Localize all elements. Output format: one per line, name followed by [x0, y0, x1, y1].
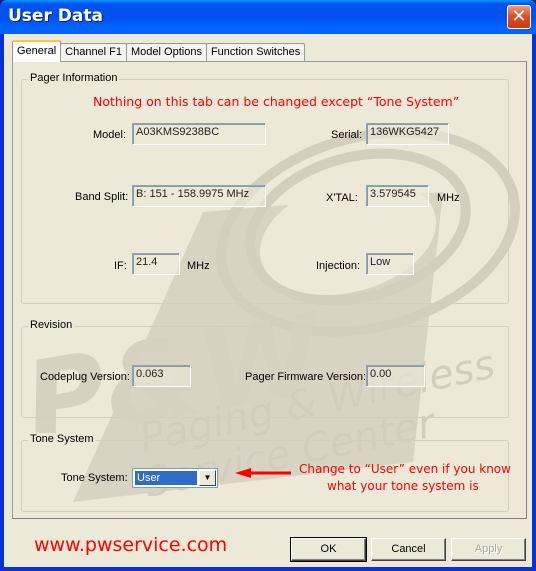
tab-model-options[interactable]: Model Options	[126, 43, 207, 62]
serial-field[interactable]: 136WKG5427	[366, 123, 449, 145]
tone-system-annotation-line2: what your tone system is	[327, 479, 479, 493]
codeplug-version-field[interactable]: 0.063	[132, 365, 191, 387]
band-split-field[interactable]: B: 151 - 158.9975 MHz	[132, 185, 266, 207]
firmware-version-field[interactable]: 0.00	[366, 365, 425, 387]
if-unit: MHz	[187, 260, 210, 272]
close-button[interactable]: ✕	[507, 5, 531, 29]
if-field[interactable]: 21.4	[132, 253, 180, 275]
read-only-notice: Nothing on this tab can be changed excep…	[93, 94, 460, 109]
model-field[interactable]: A03KMS9238BC	[132, 123, 266, 145]
band-split-label: Band Split:	[75, 191, 129, 203]
tone-system-label: Tone System:	[61, 472, 128, 484]
codeplug-version-label: Codeplug Version:	[40, 371, 130, 383]
if-label: IF:	[114, 260, 127, 272]
tone-system-dropdown[interactable]: User ▼	[132, 468, 218, 488]
website-link[interactable]: www.pwservice.com	[34, 534, 227, 556]
tab-function-switches[interactable]: Function Switches	[205, 43, 306, 62]
tone-system-selected-value: User	[135, 471, 197, 485]
user-data-window: User Data ✕ General Channel F1 Model Opt…	[0, 0, 536, 571]
firmware-version-label: Pager Firmware Version:	[245, 371, 367, 383]
model-label: Model:	[93, 129, 127, 141]
tab-channel-f1[interactable]: Channel F1	[60, 43, 128, 62]
tone-system-group-label: Tone System	[28, 433, 96, 445]
window-title: User Data	[8, 6, 103, 26]
dropdown-arrow-button[interactable]: ▼	[199, 470, 216, 486]
xtal-label: X'TAL:	[326, 192, 358, 204]
red-arrow-icon	[235, 468, 291, 478]
cancel-button[interactable]: Cancel	[371, 538, 446, 561]
xtal-field[interactable]: 3.579545	[366, 185, 429, 207]
chevron-down-icon: ▼	[203, 473, 212, 482]
serial-label: Serial:	[331, 129, 363, 141]
xtal-unit: MHz	[437, 192, 460, 204]
tab-general[interactable]: General	[12, 40, 62, 62]
pager-information-label: Pager Information	[28, 72, 120, 84]
injection-label: Injection:	[316, 260, 361, 272]
apply-button[interactable]: Apply	[451, 538, 526, 561]
title-bar[interactable]: User Data ✕	[0, 0, 536, 34]
tab-strip: General Channel F1 Model Options Functio…	[12, 40, 306, 62]
revision-label: Revision	[28, 319, 75, 331]
ok-button[interactable]: OK	[290, 537, 367, 562]
dialog-client-area: General Channel F1 Model Options Functio…	[4, 34, 532, 567]
close-icon: ✕	[511, 6, 527, 27]
injection-field[interactable]: Low	[366, 253, 414, 275]
general-tab-panel: P&W Paging & Wireless Service Center Pag…	[12, 61, 527, 519]
tone-system-annotation-line1: Change to “User” even if you know	[299, 462, 511, 476]
